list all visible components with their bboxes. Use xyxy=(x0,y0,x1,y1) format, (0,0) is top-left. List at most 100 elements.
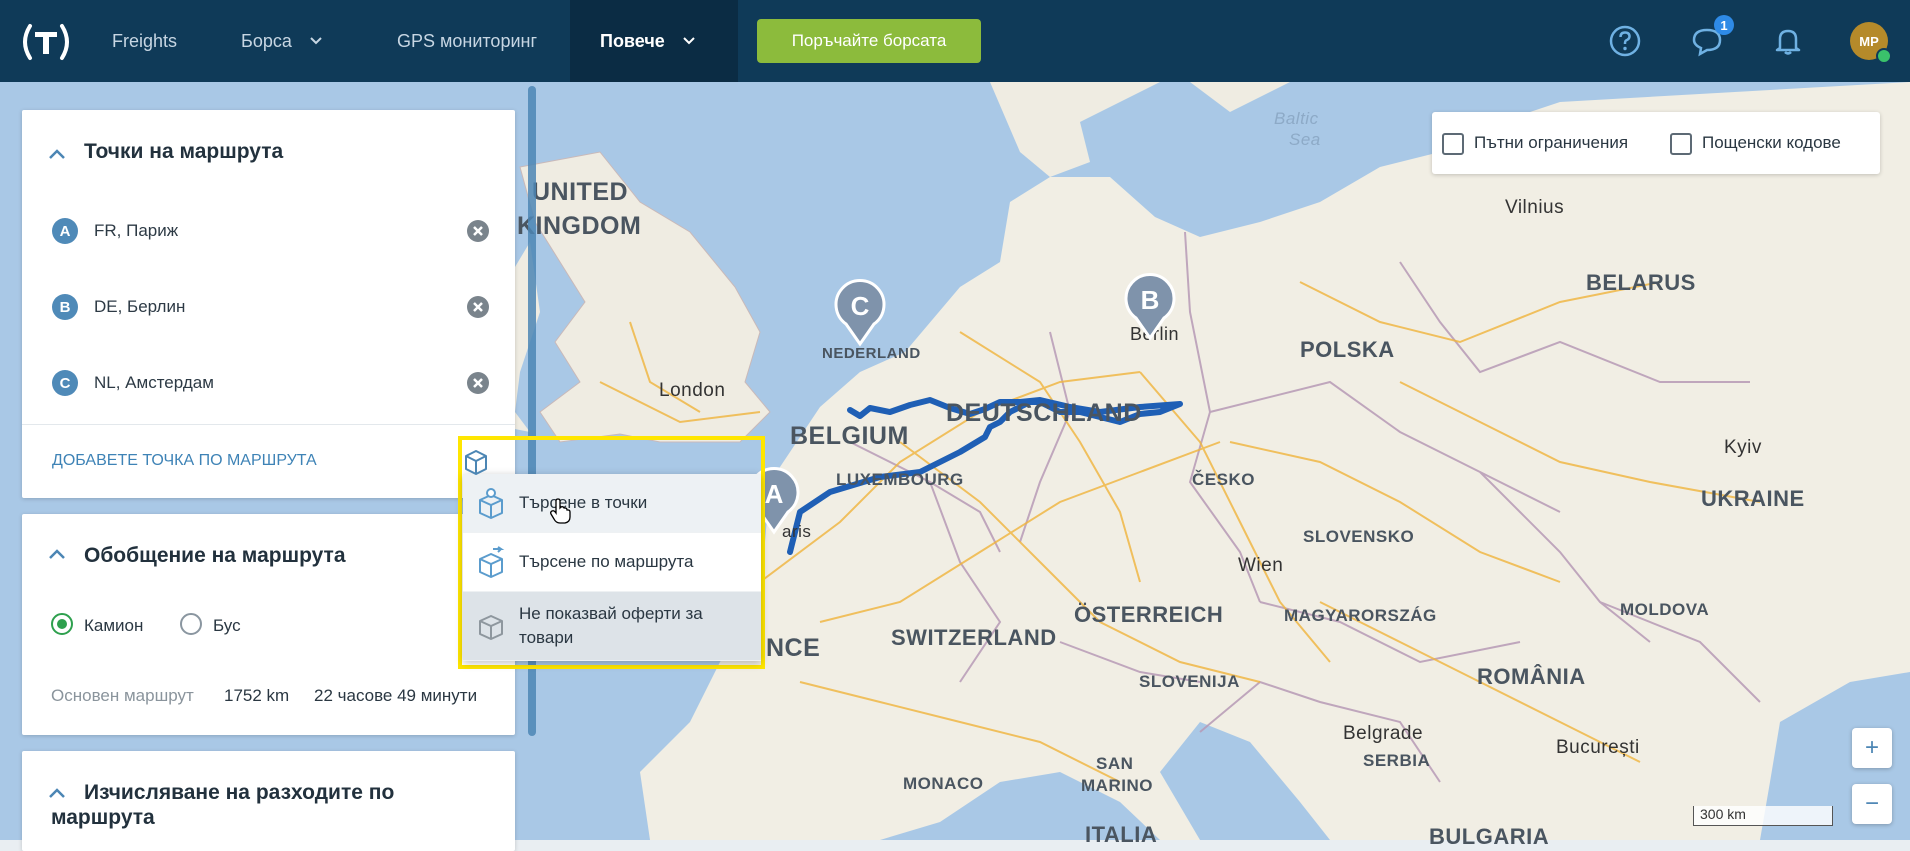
map-label-luxembourg: LUXEMBOURG xyxy=(836,470,964,489)
order-exchange-button[interactable]: Поръчайте борсата xyxy=(757,19,981,63)
waypoint-b-letter: B xyxy=(52,294,78,320)
menu-item-label: Търсене по маршрута xyxy=(519,552,694,571)
top-navbar: Freights Борса GPS мониторинг Повече Пор… xyxy=(0,0,1910,82)
route-summary-title: Обобщение на маршрута xyxy=(84,544,346,567)
nav-borsa[interactable]: Борса xyxy=(241,0,322,82)
remove-waypoint-icon[interactable] xyxy=(466,295,490,319)
chevron-down-icon xyxy=(310,37,322,45)
map-scale: 300 km xyxy=(1693,806,1833,826)
collapse-caret-icon[interactable] xyxy=(48,148,66,160)
zoom-in-button[interactable]: + xyxy=(1852,728,1892,768)
truck-radio[interactable] xyxy=(51,613,73,635)
map-label-cesko: ČESKO xyxy=(1192,470,1255,489)
map-label-london: London xyxy=(659,380,726,401)
map-label-italia: ITALIA xyxy=(1085,822,1158,847)
nav-gps[interactable]: GPS мониторинг xyxy=(397,0,537,82)
map-label-belarus: BELARUS xyxy=(1586,270,1696,295)
route-distance: 1752 km xyxy=(224,686,290,705)
pin-a-letter: A xyxy=(765,479,784,509)
pin-b-letter: B xyxy=(1141,285,1160,315)
divider xyxy=(22,424,515,425)
map-layers-panel: Пътни ограничения Пощенски кодове xyxy=(1432,112,1880,174)
map-label-deutschland: DEUTSCHLAND xyxy=(946,399,1142,427)
collapse-caret-icon[interactable] xyxy=(48,787,66,799)
nav-freights[interactable]: Freights xyxy=(112,0,177,82)
box-off-icon xyxy=(479,615,503,640)
road-restrictions-checkbox[interactable] xyxy=(1442,133,1464,155)
map-label-baltic2: Sea xyxy=(1289,130,1321,149)
nav-more[interactable]: Повече xyxy=(570,0,738,82)
map-label-belgium: BELGIUM xyxy=(790,422,909,450)
map-label-kyiv: Kyiv xyxy=(1724,437,1762,458)
cargo-box-icon[interactable] xyxy=(462,447,490,477)
van-radio[interactable] xyxy=(180,613,202,635)
nav-gps-label: GPS мониторинг xyxy=(397,30,538,51)
van-radio-label[interactable]: Бус xyxy=(213,616,241,636)
waypoint-b-text[interactable]: DE, Берлин xyxy=(94,297,185,317)
menu-item-search-points[interactable]: Търсене в точки xyxy=(463,474,761,533)
route-pin-c[interactable]: C xyxy=(832,278,888,348)
online-status-dot xyxy=(1876,48,1892,64)
collapse-caret-icon[interactable] xyxy=(48,548,66,560)
route-summary-card: Обобщение на маршрута Камион Бус Основен… xyxy=(22,514,515,735)
zoom-out-button[interactable]: − xyxy=(1852,784,1892,824)
waypoint-row-a[interactable]: A FR, Париж xyxy=(22,211,489,251)
map-label-serbia: SERBIA xyxy=(1363,751,1431,770)
map-label-romania: ROMÂNIA xyxy=(1477,664,1586,689)
map-label-vilnius: Vilnius xyxy=(1505,197,1565,218)
map-label-uk1: UNITED xyxy=(532,178,629,206)
map-label-sanmarino1: SAN xyxy=(1096,754,1134,773)
map-label-wien: Wien xyxy=(1238,555,1284,576)
menu-item-hide-offers[interactable]: Не показвай оферти за товари xyxy=(463,592,761,661)
menu-item-search-route[interactable]: Търсене по маршрута xyxy=(463,533,761,592)
map-label-moldova: MOLDOVA xyxy=(1620,600,1710,619)
route-points-title: Точки на маршрута xyxy=(84,140,284,163)
remove-waypoint-icon[interactable] xyxy=(466,219,490,243)
logo-icon[interactable] xyxy=(18,22,74,62)
waypoint-row-c[interactable]: C NL, Амстердам xyxy=(22,363,489,403)
waypoint-c-text[interactable]: NL, Амстердам xyxy=(94,373,214,393)
postal-codes-checkbox[interactable] xyxy=(1670,133,1692,155)
waypoint-row-b[interactable]: B DE, Берлин xyxy=(22,287,489,327)
chevron-down-icon xyxy=(683,37,695,45)
waypoint-a-text[interactable]: FR, Париж xyxy=(94,221,178,241)
map-label-ukraine: UKRAINE xyxy=(1701,486,1805,511)
postal-codes-label[interactable]: Пощенски кодове xyxy=(1702,133,1841,153)
map-label-slovenija: SLOVENIJA xyxy=(1139,672,1240,691)
route-costs-title-line1: Изчисляване на разходите по xyxy=(84,781,395,804)
box-pin-icon xyxy=(479,488,503,519)
map-label-slovensko: SLOVENSKO xyxy=(1303,527,1415,546)
map-label-bucuresti: București xyxy=(1556,737,1640,758)
cargo-filter-menu: Търсене в точки Търсене по маршрута Не п… xyxy=(463,474,761,661)
map-label-sanmarino2: MARINO xyxy=(1081,776,1153,795)
nav-more-label: Повече xyxy=(600,30,665,51)
route-points-card: Точки на маршрута A FR, Париж B DE, Берл… xyxy=(22,110,515,498)
map-label-magyar: MAGYARORSZÁG xyxy=(1284,606,1437,625)
pin-c-letter: C xyxy=(851,291,870,321)
route-costs-card: Изчисляване на разходите по маршрута xyxy=(22,751,515,851)
messages-badge: 1 xyxy=(1714,15,1734,35)
bell-icon[interactable] xyxy=(1771,24,1805,58)
truck-radio-label[interactable]: Камион xyxy=(84,616,143,636)
map-label-osterreich: ÖSTERREICH xyxy=(1074,602,1224,627)
map-label-france: NCE xyxy=(766,634,821,662)
add-route-point-link[interactable]: ДОБАВЕТЕ ТОЧКА ПО МАРШРУТА xyxy=(52,452,317,470)
map-label-switzerland: SWITZERLAND xyxy=(891,625,1057,650)
road-restrictions-label[interactable]: Пътни ограничения xyxy=(1474,133,1628,153)
map-label-bulgaria: BULGARIA xyxy=(1429,824,1550,849)
waypoint-a-letter: A xyxy=(52,218,78,244)
waypoint-c-letter: C xyxy=(52,370,78,396)
remove-waypoint-icon[interactable] xyxy=(466,371,490,395)
nav-freights-label: Freights xyxy=(112,30,178,51)
route-duration: 22 часове 49 минути xyxy=(314,686,478,705)
route-pin-b[interactable]: B xyxy=(1122,272,1178,342)
box-route-icon xyxy=(479,546,505,578)
main-route-label: Основен маршрут xyxy=(51,686,194,705)
map-label-monaco: MONACO xyxy=(903,774,984,793)
nav-borsa-label: Борса xyxy=(241,30,292,51)
map-label-belgrade: Belgrade xyxy=(1343,723,1424,744)
map-label-polska: POLSKA xyxy=(1300,337,1395,362)
menu-item-label: Не показвай оферти за товари xyxy=(519,604,703,647)
help-icon[interactable] xyxy=(1608,24,1642,58)
route-costs-title-line2: маршрута xyxy=(51,806,155,829)
